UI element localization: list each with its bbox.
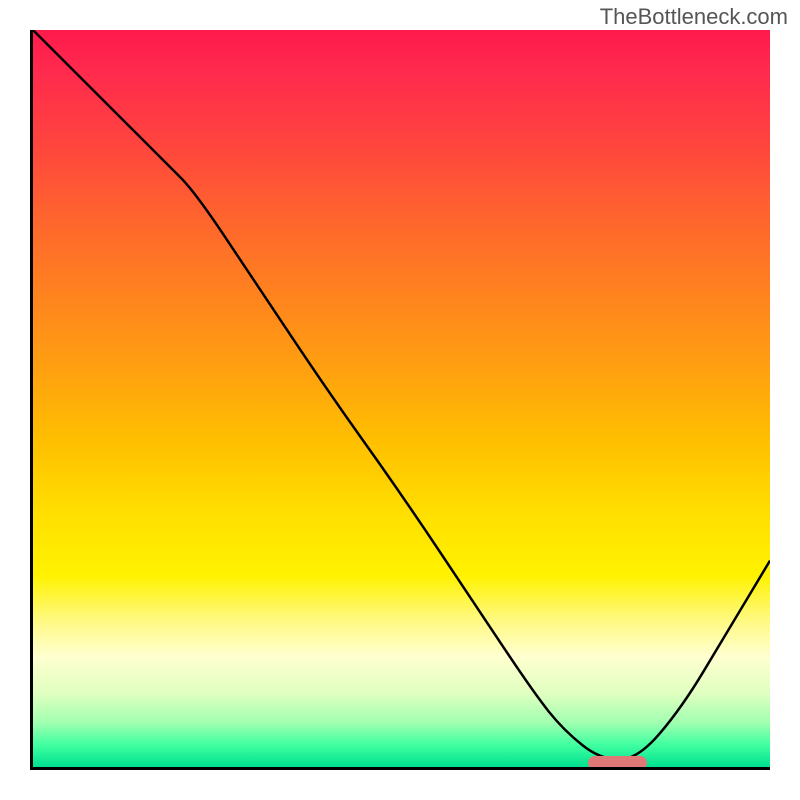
optimal-marker [588,756,647,770]
plot-area [30,30,770,770]
chart-container: TheBottleneck.com [0,0,800,800]
curve-svg [33,30,770,767]
bottleneck-curve [33,30,770,760]
watermark-text: TheBottleneck.com [600,4,788,30]
